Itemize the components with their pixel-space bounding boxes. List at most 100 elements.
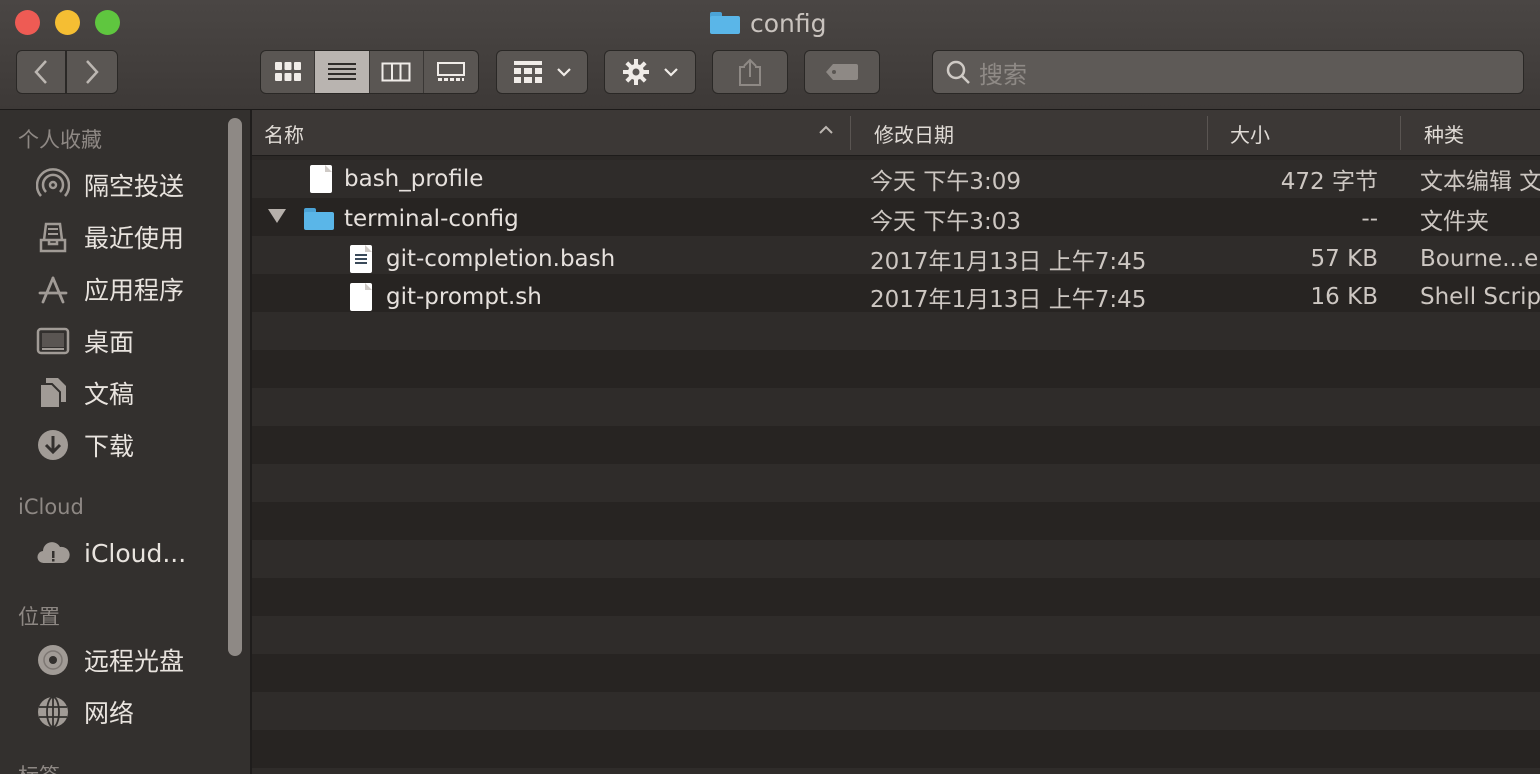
row-stripe xyxy=(252,540,1540,578)
file-modified: 2017年1月13日 上午7:45 xyxy=(870,249,1147,275)
airdrop-icon xyxy=(36,168,70,202)
sidebar-item-icloud-drive[interactable]: iCloud... xyxy=(36,533,186,573)
window-title: config xyxy=(710,8,827,38)
share-button[interactable] xyxy=(712,50,788,94)
column-header-kind[interactable]: 种类 xyxy=(1424,110,1540,156)
folder-icon xyxy=(710,12,740,34)
sidebar-item-label: 桌面 xyxy=(84,328,135,357)
file-modified: 今天 下午3:09 xyxy=(870,169,1021,195)
group-by-button[interactable] xyxy=(496,50,588,94)
file-name: git-prompt.sh xyxy=(386,284,542,310)
grid-icon xyxy=(274,62,301,81)
sidebar-item-airdrop[interactable]: 隔空投送 xyxy=(36,165,184,205)
sidebar-item-desktop[interactable]: 桌面 xyxy=(36,321,134,361)
gear-icon xyxy=(623,59,649,85)
row-stripe xyxy=(252,730,1540,768)
file-size: 16 KB xyxy=(1310,284,1378,310)
edit-tags-button[interactable] xyxy=(804,50,880,94)
file-row[interactable]: git-prompt.sh 2017年1月13日 上午7:45 16 KB Sh… xyxy=(252,278,1540,316)
zoom-window-button[interactable] xyxy=(95,10,120,35)
column-header: 名称 修改日期 大小 种类 xyxy=(252,110,1540,156)
row-stripe xyxy=(252,692,1540,730)
row-stripe xyxy=(252,464,1540,502)
column-separator[interactable] xyxy=(1207,116,1208,150)
column-separator[interactable] xyxy=(850,116,851,150)
document-icon xyxy=(310,160,332,198)
row-stripe xyxy=(252,502,1540,540)
search-icon xyxy=(946,60,970,84)
search-field[interactable]: 搜索 xyxy=(932,50,1524,94)
list-icon xyxy=(327,63,356,80)
sidebar-heading-locations: 位置 xyxy=(18,605,60,629)
row-stripe xyxy=(252,426,1540,464)
sidebar-item-label: 应用程序 xyxy=(84,276,185,305)
file-row[interactable]: bash_profile 今天 下午3:09 472 字节 文本编辑 文 xyxy=(252,160,1540,198)
network-icon xyxy=(36,695,70,729)
sidebar-item-recents[interactable]: 最近使用 xyxy=(36,217,184,257)
file-name: git-completion.bash xyxy=(386,246,616,272)
row-stripe xyxy=(252,350,1540,388)
file-size: 472 字节 xyxy=(1280,169,1378,195)
back-button[interactable] xyxy=(16,50,66,94)
sidebar-item-label: 文稿 xyxy=(84,380,135,409)
sidebar-item-downloads[interactable]: 下载 xyxy=(36,425,134,465)
column-separator[interactable] xyxy=(1400,116,1401,150)
folder-row[interactable]: terminal-config 今天 下午3:03 -- 文件夹 xyxy=(252,200,1540,238)
disclosure-triangle-icon[interactable] xyxy=(268,209,286,223)
sidebar-item-applications[interactable]: 应用程序 xyxy=(36,269,184,309)
sidebar-item-label: iCloud... xyxy=(84,538,187,568)
minimize-window-button[interactable] xyxy=(55,10,80,35)
sort-ascending-icon xyxy=(819,125,833,134)
folder-icon xyxy=(304,200,334,238)
sidebar-item-label: 下载 xyxy=(84,432,135,461)
action-menu-button[interactable] xyxy=(604,50,696,94)
file-modified: 今天 下午3:03 xyxy=(870,209,1021,235)
file-name: bash_profile xyxy=(344,166,484,192)
search-placeholder: 搜索 xyxy=(979,60,1027,89)
sidebar-item-label: 最近使用 xyxy=(84,224,185,253)
file-modified: 2017年1月13日 上午7:45 xyxy=(870,287,1147,313)
row-stripe xyxy=(252,578,1540,616)
row-stripe xyxy=(252,312,1540,350)
title-bar: config 搜索 xyxy=(0,0,1540,110)
forward-button[interactable] xyxy=(66,50,118,94)
columns-icon xyxy=(381,62,411,82)
sidebar-item-remote-disc[interactable]: 远程光盘 xyxy=(36,640,184,680)
column-header-modified[interactable]: 修改日期 xyxy=(874,110,1204,156)
gallery-view-button[interactable] xyxy=(424,51,478,93)
documents-icon xyxy=(36,376,70,410)
sidebar-item-label: 隔空投送 xyxy=(84,172,185,201)
sidebar-heading-icloud: iCloud xyxy=(18,495,84,519)
row-stripe xyxy=(252,768,1540,774)
column-view-button[interactable] xyxy=(370,51,424,93)
gallery-icon xyxy=(436,62,465,81)
window-title-text: config xyxy=(750,8,827,38)
view-mode-segmented-control xyxy=(260,50,479,94)
sidebar-scrollbar[interactable] xyxy=(228,118,242,656)
arrange-grid-icon xyxy=(514,61,542,83)
chevron-down-icon xyxy=(557,68,571,77)
file-row[interactable]: git-completion.bash 2017年1月13日 上午7:45 57… xyxy=(252,240,1540,278)
document-icon xyxy=(350,278,372,316)
file-list: 名称 修改日期 大小 种类 bash_profile 今天 下午3:09 472… xyxy=(252,110,1540,774)
column-header-size[interactable]: 大小 xyxy=(1230,110,1390,156)
downloads-icon xyxy=(36,428,70,462)
sidebar-item-documents[interactable]: 文稿 xyxy=(36,373,134,413)
share-icon xyxy=(739,58,761,86)
sidebar-item-network[interactable]: 网络 xyxy=(36,692,134,732)
desktop-icon xyxy=(36,324,70,358)
sidebar-heading-favorites: 个人收藏 xyxy=(18,128,102,152)
column-header-name[interactable]: 名称 xyxy=(264,110,844,156)
close-window-button[interactable] xyxy=(15,10,40,35)
chevron-left-icon xyxy=(34,60,47,84)
sidebar: 个人收藏 隔空投送 最近使用 应用程序 桌面 文稿 下载 iCloud iClo… xyxy=(0,110,250,774)
sidebar-item-label: 网络 xyxy=(84,699,135,728)
icon-view-button[interactable] xyxy=(261,51,316,93)
list-view-button[interactable] xyxy=(315,51,370,93)
file-kind: Shell Scrip xyxy=(1420,284,1540,310)
remote-disc-icon xyxy=(36,643,70,677)
file-kind: 文本编辑 文 xyxy=(1420,169,1540,195)
row-stripe xyxy=(252,654,1540,692)
chevron-down-icon xyxy=(664,68,678,77)
icloud-icon xyxy=(36,536,70,570)
